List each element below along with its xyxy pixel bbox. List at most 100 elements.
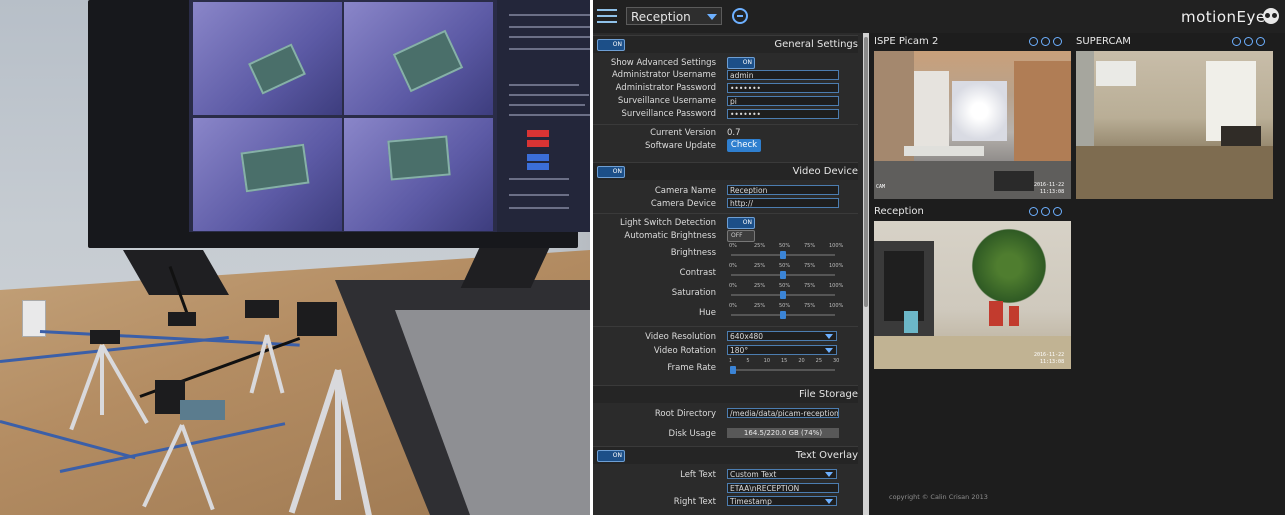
camera-feed[interactable] <box>1076 51 1273 199</box>
frame-rate-tick-label: 1 <box>729 358 733 364</box>
fullscreen-icon[interactable] <box>1256 37 1265 46</box>
video-device-header[interactable]: ON Video Device <box>593 162 858 180</box>
admin-username-field[interactable]: admin <box>727 70 839 80</box>
settings-menu-icon[interactable] <box>595 4 619 28</box>
saturation-slider-knob[interactable] <box>780 291 786 299</box>
slider-tick-label: 100% <box>829 283 844 289</box>
custom-left-text-field[interactable]: ETAA\nRECEPTION <box>727 483 839 493</box>
camera-title: ISPE Picam 2 <box>874 36 939 47</box>
camera-name-field[interactable]: Reception <box>727 185 839 195</box>
current-version-label: Current Version <box>650 128 716 138</box>
slider-tick-label: 50% <box>779 243 791 249</box>
slider-tick-label: 75% <box>804 283 816 289</box>
video-rotation-select[interactable]: 180° <box>727 345 837 355</box>
left-text-value: Custom Text <box>730 470 777 479</box>
software-update-label: Software Update <box>645 141 716 151</box>
root-directory-field[interactable]: /media/data/picam-reception <box>727 408 839 418</box>
frame-rate-slider-knob[interactable] <box>730 366 736 374</box>
file-storage-header[interactable]: File Storage <box>593 385 858 403</box>
right-text-label: Right Text <box>673 497 716 507</box>
play-icon[interactable] <box>1041 37 1050 46</box>
hue-label: Hue <box>698 308 716 318</box>
tv-screen <box>189 0 590 232</box>
camera-select[interactable]: Reception <box>626 7 722 25</box>
feed-date: 2016-11-22 <box>1034 352 1065 358</box>
general-settings-header[interactable]: ON General Settings <box>593 35 858 53</box>
saturation-label: Saturation <box>671 288 716 298</box>
slider-tick-label: 50% <box>779 263 791 269</box>
brightness-slider[interactable] <box>731 251 835 259</box>
camera-config-icon[interactable] <box>1029 37 1038 46</box>
current-version-value: 0.7 <box>727 128 741 138</box>
chevron-down-icon <box>707 14 717 20</box>
motioneye-app: Reception motionEye ON General Settings … <box>593 0 1285 515</box>
slider-tick-label: 75% <box>804 243 816 249</box>
chevron-down-icon <box>825 499 833 504</box>
feed-date: 2016-11-22 <box>1034 182 1065 188</box>
remove-camera-icon[interactable] <box>732 8 748 24</box>
general-settings-toggle[interactable]: ON <box>597 39 625 51</box>
surveillance-username-field[interactable]: pi <box>727 96 839 106</box>
slider-tick-label: 0% <box>729 303 737 309</box>
fullscreen-icon[interactable] <box>1053 207 1062 216</box>
text-overlay-toggle[interactable]: ON <box>597 450 625 462</box>
saturation-slider[interactable] <box>731 291 835 299</box>
camera-title: Reception <box>874 206 924 217</box>
camera-select-value: Reception <box>631 10 691 24</box>
left-text-label: Left Text <box>680 470 716 480</box>
video-device-toggle[interactable]: ON <box>597 166 625 178</box>
auto-brightness-label: Automatic Brightness <box>624 231 716 241</box>
camera-device-label: Camera Device <box>650 199 716 209</box>
play-icon[interactable] <box>1041 207 1050 216</box>
light-switch-toggle[interactable]: ON <box>727 217 755 229</box>
section-title: Text Overlay <box>795 450 858 461</box>
camera-feed[interactable]: 2016-11-22 11:13:08 <box>874 221 1071 369</box>
slider-tick-label: 75% <box>804 263 816 269</box>
feed-time: 11:13:08 <box>1040 359 1065 365</box>
camera-device-field[interactable]: http:// <box>727 198 839 208</box>
hue-slider[interactable] <box>731 311 835 319</box>
show-advanced-toggle[interactable]: ON <box>727 57 755 69</box>
play-icon[interactable] <box>1244 37 1253 46</box>
brightness-label: Brightness <box>670 248 716 258</box>
disk-usage-label: Disk Usage <box>668 429 716 439</box>
contrast-slider[interactable] <box>731 271 835 279</box>
slider-tick-label: 0% <box>729 263 737 269</box>
slider-tick-label: 50% <box>779 283 791 289</box>
slider-tick-label: 100% <box>829 263 844 269</box>
chevron-down-icon <box>825 472 833 477</box>
admin-password-label: Administrator Password <box>615 83 716 93</box>
slider-tick-label: 50% <box>779 303 791 309</box>
left-text-select[interactable]: Custom Text <box>727 469 837 479</box>
admin-username-label: Administrator Username <box>612 70 716 80</box>
fullscreen-icon[interactable] <box>1053 37 1062 46</box>
top-bar: Reception motionEye <box>593 0 1285 33</box>
surveillance-password-field[interactable]: ••••••• <box>727 109 839 119</box>
auto-brightness-toggle[interactable]: OFF <box>727 230 755 242</box>
frame-rate-slider[interactable] <box>730 366 835 374</box>
frame-rate-tick-label: 30 <box>833 358 840 364</box>
slider-tick-label: 100% <box>829 243 844 249</box>
camera-config-icon[interactable] <box>1232 37 1241 46</box>
text-overlay-header[interactable]: ON Text Overlay <box>593 446 858 464</box>
brightness-slider-knob[interactable] <box>780 251 786 259</box>
video-resolution-select[interactable]: 640x480 <box>727 331 837 341</box>
slider-tick-label: 25% <box>754 303 766 309</box>
hue-slider-knob[interactable] <box>780 311 786 319</box>
slider-tick-label: 75% <box>804 303 816 309</box>
section-title: Video Device <box>792 166 858 177</box>
contrast-slider-knob[interactable] <box>780 271 786 279</box>
camera-feed[interactable]: CAM 2016-11-22 11:13:08 <box>874 51 1071 199</box>
right-text-select[interactable]: Timestamp <box>727 496 837 506</box>
admin-password-field[interactable]: ••••••• <box>727 83 839 93</box>
settings-panel: ON General Settings Show Advanced Settin… <box>593 33 863 515</box>
check-update-button[interactable]: Check <box>727 139 761 152</box>
show-advanced-label: Show Advanced Settings <box>610 58 716 68</box>
slider-tick-label: 25% <box>754 283 766 289</box>
slider-tick-label: 100% <box>829 303 844 309</box>
video-rotation-label: Video Rotation <box>653 346 716 356</box>
video-rotation-value: 180° <box>730 346 749 355</box>
camera-config-icon[interactable] <box>1029 207 1038 216</box>
scrollbar-thumb[interactable] <box>864 37 868 307</box>
frame-rate-tick-label: 10 <box>763 358 771 364</box>
